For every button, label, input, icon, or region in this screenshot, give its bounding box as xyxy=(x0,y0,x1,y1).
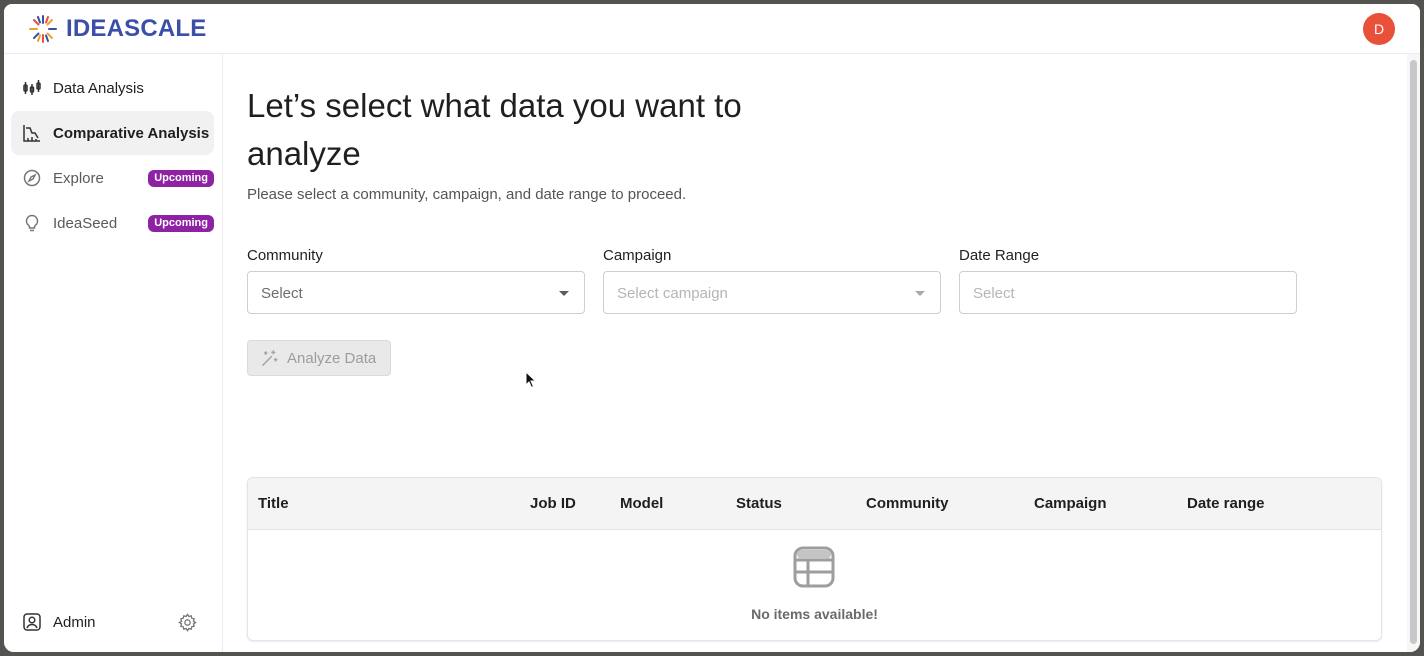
table-icon xyxy=(793,546,835,588)
ideascale-burst-icon xyxy=(29,15,57,43)
table-header: Title Job ID Model Status Community Camp… xyxy=(248,478,1381,530)
ideascale-logo[interactable]: IDEASCALE xyxy=(28,14,206,44)
date-range-label: Date Range xyxy=(959,247,1040,264)
mouse-cursor-icon xyxy=(525,371,537,389)
column-header-job-id[interactable]: Job ID xyxy=(530,495,576,512)
chevron-down-icon xyxy=(559,291,569,296)
jobs-table: Title Job ID Model Status Community Camp… xyxy=(247,477,1382,641)
scrollbar-thumb[interactable] xyxy=(1410,60,1417,644)
main-content: Let’s select what data you want to analy… xyxy=(223,54,1407,652)
candlestick-chart-icon xyxy=(23,80,41,95)
user-avatar[interactable]: D xyxy=(1363,13,1395,45)
magic-wand-icon xyxy=(262,350,278,366)
column-header-title[interactable]: Title xyxy=(258,495,289,512)
sidebar-item-data-analysis[interactable]: Data Analysis xyxy=(11,66,214,110)
user-square-icon xyxy=(23,613,41,631)
campaign-placeholder: Select campaign xyxy=(617,285,728,302)
analyze-data-label: Analyze Data xyxy=(287,350,377,367)
line-chart-icon xyxy=(23,125,40,142)
gear-icon[interactable] xyxy=(178,613,197,632)
sidebar-item-comparative-analysis[interactable]: Comparative Analysis xyxy=(11,111,214,155)
analyze-data-button[interactable]: Analyze Data xyxy=(247,340,391,376)
logo-text: IDEASCALE xyxy=(66,15,207,42)
page-scrollbar[interactable] xyxy=(1407,54,1420,652)
sidebar-item-label: Data Analysis xyxy=(53,80,144,97)
community-select[interactable]: Select xyxy=(247,271,585,314)
campaign-select[interactable]: Select campaign xyxy=(603,271,941,314)
campaign-label: Campaign xyxy=(603,247,672,264)
lightbulb-icon xyxy=(25,214,39,232)
sidebar-item-explore[interactable]: Explore Upcoming xyxy=(11,156,214,200)
date-range-placeholder: Select xyxy=(973,285,1015,302)
column-header-status[interactable]: Status xyxy=(736,495,782,512)
page-subtitle: Please select a community, campaign, and… xyxy=(247,186,687,203)
sidebar: Data Analysis Comparative Analysis Explo… xyxy=(4,54,223,652)
upcoming-badge: Upcoming xyxy=(148,170,214,187)
column-header-date-range[interactable]: Date range xyxy=(1187,495,1265,512)
sidebar-item-label: Comparative Analysis xyxy=(53,125,210,142)
column-header-community[interactable]: Community xyxy=(866,495,949,512)
sidebar-item-ideaseed[interactable]: IdeaSeed Upcoming xyxy=(11,201,214,245)
page-title: Let’s select what data you want to analy… xyxy=(247,87,742,172)
compass-icon xyxy=(23,169,41,187)
chevron-down-icon xyxy=(915,291,925,296)
date-range-input[interactable]: Select xyxy=(959,271,1297,314)
column-header-model[interactable]: Model xyxy=(620,495,663,512)
sidebar-item-label: IdeaSeed xyxy=(53,215,118,232)
admin-link[interactable]: Admin xyxy=(23,609,203,635)
community-label: Community xyxy=(247,247,323,264)
admin-label: Admin xyxy=(53,614,96,631)
empty-state-text: No items available! xyxy=(751,606,878,622)
upcoming-badge: Upcoming xyxy=(148,215,214,232)
sidebar-item-label: Explore xyxy=(53,170,104,187)
top-bar: IDEASCALE D xyxy=(4,4,1420,54)
app-window: IDEASCALE D Data Analysis Comparative An… xyxy=(4,4,1420,652)
column-header-campaign[interactable]: Campaign xyxy=(1034,495,1107,512)
community-placeholder: Select xyxy=(261,285,303,302)
